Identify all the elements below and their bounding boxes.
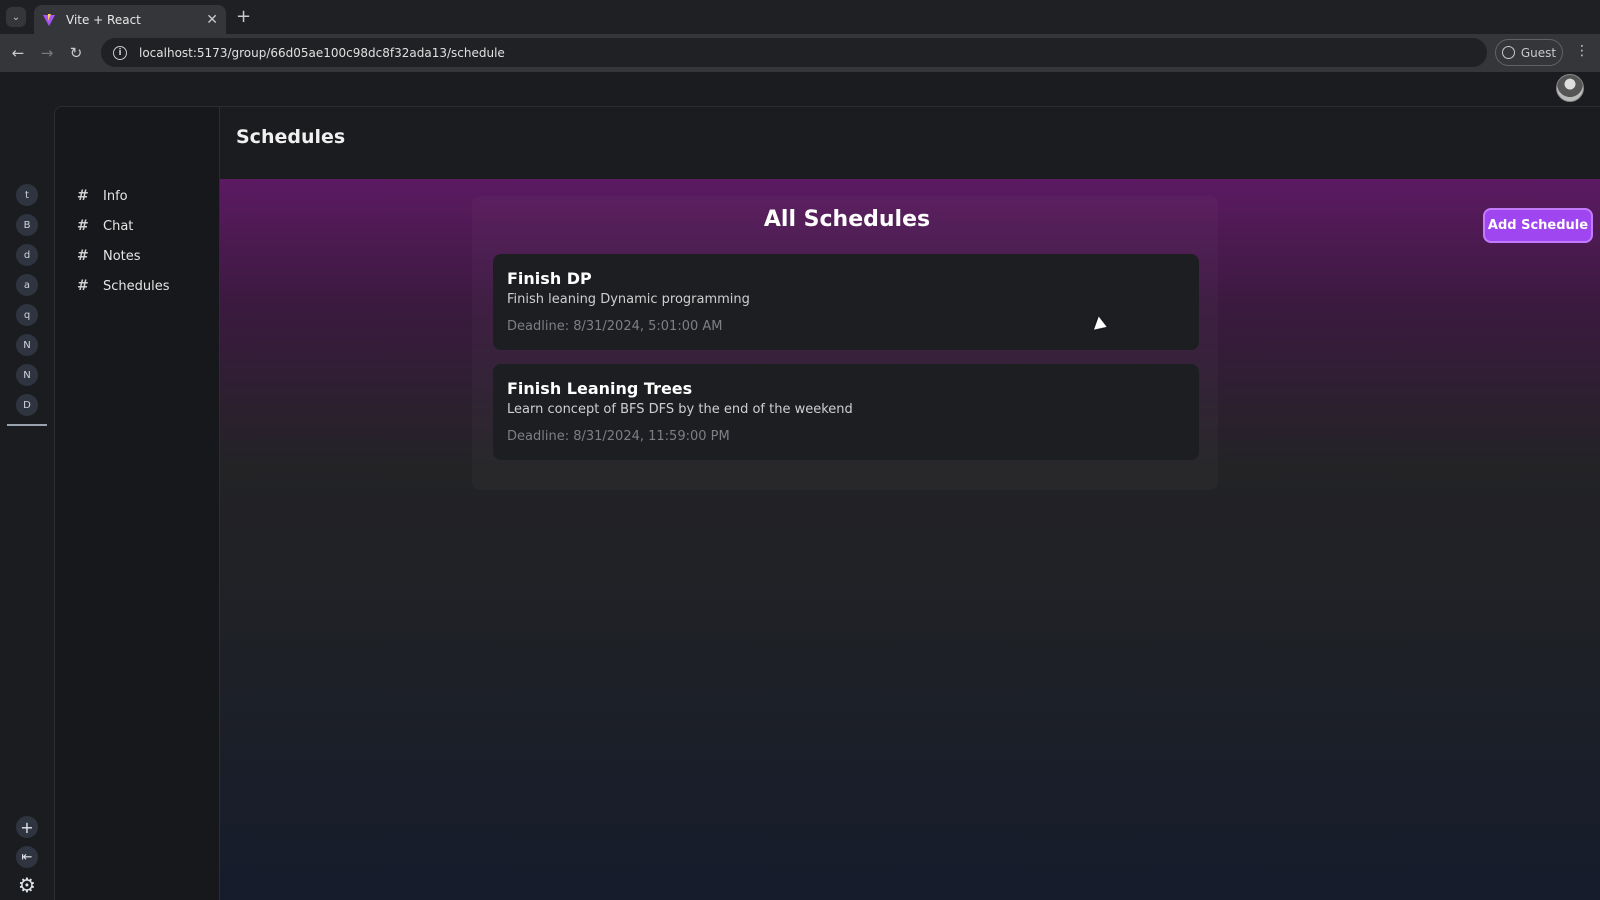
forward-arrow-icon[interactable]: → [37,43,57,63]
hash-icon: # [77,218,89,234]
group-item[interactable]: B [16,214,38,236]
app-root: t B d a q N N D + ⇤ ⚙ # Info # Chat # No… [0,72,1600,900]
group-item[interactable]: N [16,334,38,356]
vite-favicon-icon [43,13,55,26]
hash-icon: # [77,248,89,264]
group-item[interactable]: d [16,244,38,266]
section-title: All Schedules [763,207,931,232]
tab-search-dropdown-icon[interactable]: ⌄ [6,7,26,27]
browser-tab[interactable]: Vite + React ✕ [34,5,226,34]
group-item[interactable]: a [16,274,38,296]
channel-item-info[interactable]: # Info [77,185,128,207]
browser-menu-icon[interactable]: ⋮ [1575,43,1589,59]
add-schedule-button[interactable]: Add Schedule [1483,208,1593,243]
channel-item-notes[interactable]: # Notes [77,245,141,267]
url-text: localhost:5173/group/66d05ae100c98dc8f32… [139,45,505,60]
group-item[interactable]: q [16,304,38,326]
active-group-indicator [7,424,47,426]
channel-label: Schedules [103,278,170,294]
channel-sidebar: # Info # Chat # Notes # Schedules [54,106,220,900]
schedule-description: Learn concept of BFS DFS by the end of t… [507,402,853,417]
schedule-title: Finish DP [507,269,592,288]
schedule-card[interactable]: Finish Leaning Trees Learn concept of BF… [493,364,1199,460]
address-bar[interactable]: i localhost:5173/group/66d05ae100c98dc8f… [101,38,1487,67]
schedule-title: Finish Leaning Trees [507,379,693,398]
channel-label: Chat [103,218,134,234]
back-arrow-icon[interactable]: ← [8,43,28,63]
profile-icon [1501,46,1515,59]
channel-item-chat[interactable]: # Chat [77,215,133,237]
new-tab-icon[interactable]: + [236,8,251,26]
profile-button[interactable]: Guest [1495,39,1563,66]
profile-label: Guest [1520,45,1557,60]
avatar[interactable] [1556,74,1584,102]
tab-title: Vite + React [66,12,141,27]
schedule-card[interactable]: Finish DP Finish leaning Dynamic program… [493,254,1199,350]
reload-icon[interactable]: ↻ [66,43,86,63]
hash-icon: # [77,278,89,294]
channel-label: Info [103,188,128,204]
browser-tabbar: ⌄ Vite + React ✕ + [0,0,1600,34]
add-group-icon[interactable]: + [16,816,38,838]
group-item-active[interactable]: D [16,394,38,416]
group-item[interactable]: t [16,184,38,206]
app-topbar [0,72,1600,106]
main-header: Schedules [220,107,1600,179]
browser-toolbar: ← → ↻ i localhost:5173/group/66d05ae100c… [0,34,1600,72]
page-title: Schedules [236,126,346,148]
channel-label: Notes [103,248,141,264]
group-item[interactable]: N [16,364,38,386]
schedule-deadline: Deadline: 8/31/2024, 11:59:00 PM [507,429,730,444]
channel-item-schedules[interactable]: # Schedules [77,275,170,297]
leave-group-icon[interactable]: ⇤ [16,846,38,868]
schedule-description: Finish leaning Dynamic programming [507,292,750,307]
settings-gear-icon[interactable]: ⚙ [16,873,38,897]
hash-icon: # [77,188,89,204]
group-rail: t B d a q N N D + ⇤ ⚙ [0,106,54,900]
tab-close-icon[interactable]: ✕ [206,12,218,28]
schedule-deadline: Deadline: 8/31/2024, 5:01:00 AM [507,319,723,334]
main-content: Schedules All Schedules Add Schedule Fin… [220,106,1600,900]
site-info-icon[interactable]: i [113,45,127,60]
